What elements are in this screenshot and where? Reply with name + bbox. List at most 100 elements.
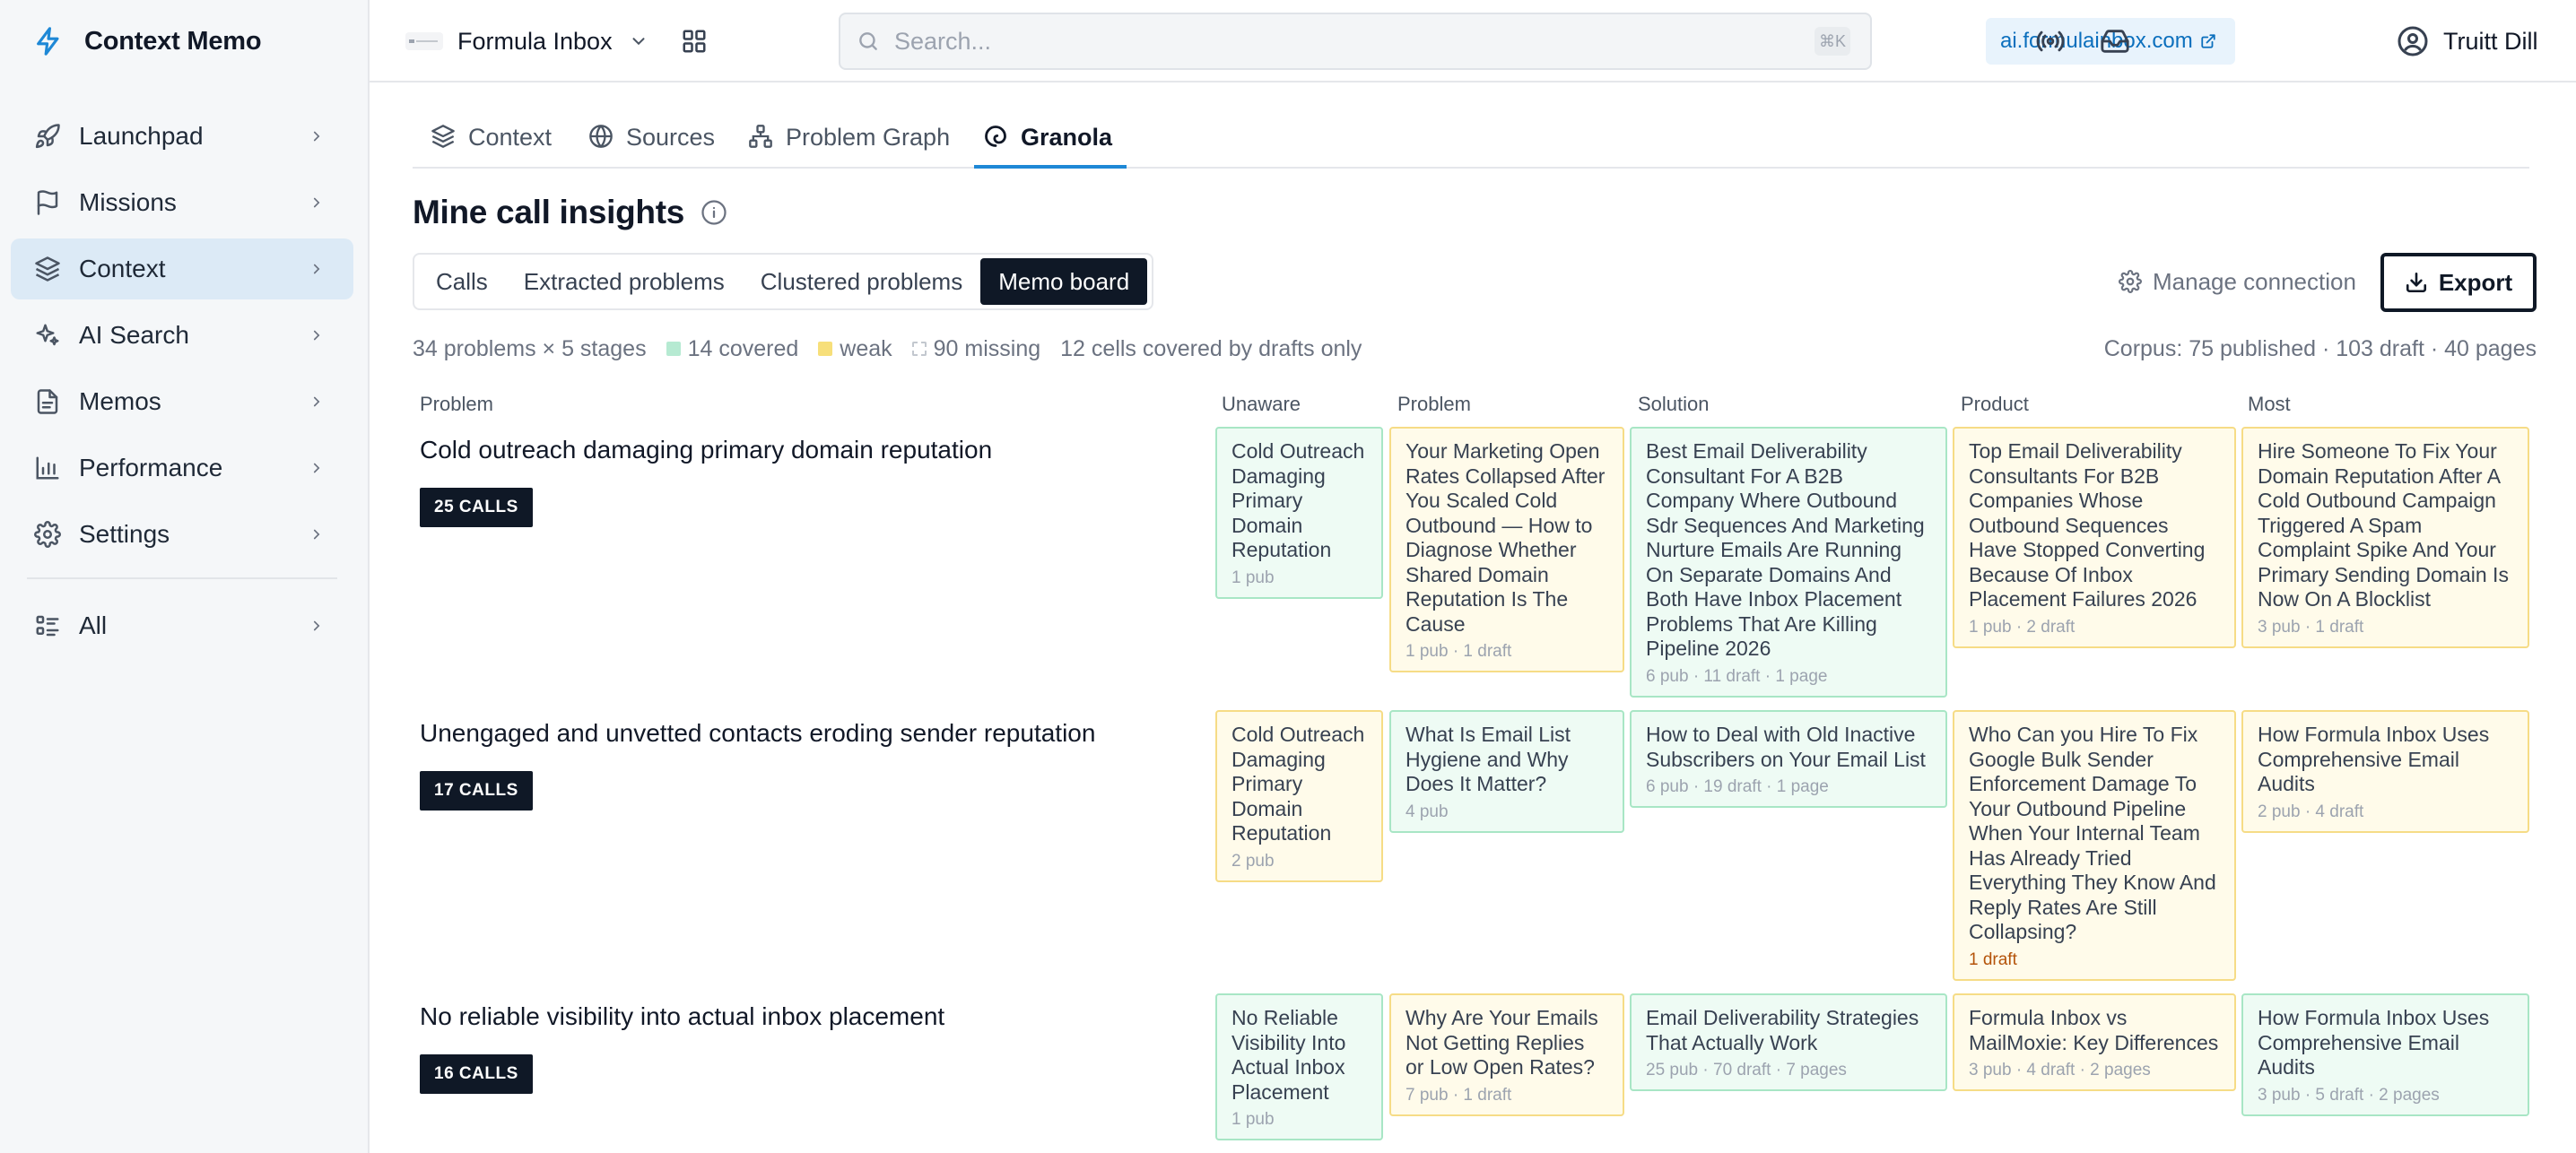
chevron-right-icon — [307, 524, 326, 544]
chevron-right-icon — [307, 392, 326, 412]
sparkle-icon — [32, 320, 63, 351]
sidebar-item-all[interactable]: All — [11, 595, 353, 656]
sidebar-item-ai-search[interactable]: AI Search — [11, 305, 353, 366]
sidebar-item-label: Launchpad — [79, 122, 204, 150]
view-segmented-control: Calls Extracted problems Clustered probl… — [413, 253, 1153, 310]
tab-granola[interactable]: Granola — [974, 111, 1127, 169]
problem-title[interactable]: No reliable visibility into actual inbox… — [420, 1002, 944, 1031]
search-shortcut: ⌘K — [1815, 27, 1850, 56]
memo-cell[interactable]: How Formula Inbox Uses Comprehensive Ema… — [2241, 993, 2529, 1116]
memo-cell-title: Why Are Your Emails Not Getting Replies … — [1405, 1006, 1598, 1079]
sidebar-item-label: Memos — [79, 387, 161, 415]
memo-cell[interactable]: Best Email Deliverability Consultant For… — [1630, 427, 1947, 698]
memo-cell[interactable]: No Reliable Visibility Into Actual Inbox… — [1215, 993, 1383, 1140]
brand[interactable]: Context Memo — [30, 23, 262, 59]
download-icon — [2405, 271, 2428, 294]
problem-title[interactable]: Unengaged and unvetted contacts eroding … — [420, 719, 1095, 748]
stat-weak: weak — [818, 336, 892, 362]
memo-cell-title: Your Marketing Open Rates Collapsed Afte… — [1405, 439, 1606, 636]
memo-cell[interactable]: Cold Outreach Damaging Primary Domain Re… — [1215, 427, 1383, 599]
board-stats: 34 problems × 5 stages 14 covered weak 9… — [413, 334, 1381, 364]
memo-cell[interactable]: Who Can you Hire To Fix Google Bulk Send… — [1953, 710, 2236, 981]
memo-cell[interactable]: Top Email Deliverability Consultants For… — [1953, 427, 2236, 648]
column-header-unaware: Unaware — [1222, 393, 1301, 415]
tab-sources[interactable]: Sources — [588, 111, 715, 169]
memo-cell[interactable]: Email Deliverability Strategies That Act… — [1630, 993, 1947, 1091]
sidebar-item-context[interactable]: Context — [11, 238, 353, 299]
memo-cell-title: No Reliable Visibility Into Actual Inbox… — [1231, 1006, 1346, 1104]
segment-extracted-problems[interactable]: Extracted problems — [506, 258, 743, 305]
context-tabs: Context Sources Problem Graph Granola — [413, 111, 2529, 169]
sidebar-item-label: Settings — [79, 520, 170, 548]
tab-context[interactable]: Context — [431, 111, 552, 169]
memo-cell-meta: 3 pub · 4 draft · 2 pages — [1969, 1061, 2151, 1079]
calls-badge: 16 CALLS — [420, 1054, 533, 1094]
workspace-switcher[interactable]: Formula Inbox — [405, 22, 648, 61]
stat-dimensions: 34 problems × 5 stages — [413, 335, 647, 361]
rocket-icon — [32, 121, 63, 152]
sidebar-item-label: Context — [79, 255, 166, 282]
layers-icon — [431, 124, 456, 149]
chevron-right-icon — [307, 458, 326, 478]
manage-connection-button[interactable]: Manage connection — [2119, 265, 2356, 298]
topbar: Formula Inbox ⌘K ai.formulainbox.com Tru… — [370, 0, 2576, 82]
segment-memo-board[interactable]: Memo board — [980, 258, 1148, 305]
export-button[interactable]: Export — [2380, 253, 2537, 312]
graph-icon — [748, 124, 773, 149]
tab-problem-graph[interactable]: Problem Graph — [748, 111, 950, 169]
memo-cell[interactable]: Hire Someone To Fix Your Domain Reputati… — [2241, 427, 2529, 648]
memo-cell[interactable]: How to Deal with Old Inactive Subscriber… — [1630, 710, 1947, 808]
memo-cell[interactable]: Formula Inbox vs MailMoxie: Key Differen… — [1953, 993, 2236, 1091]
external-link-icon — [2200, 33, 2216, 49]
info-icon[interactable] — [701, 199, 727, 226]
sidebar-item-performance[interactable]: Performance — [11, 438, 353, 498]
memo-cell-meta: 1 pub — [1231, 1110, 1275, 1129]
sidebar-item-missions[interactable]: Missions — [11, 172, 353, 233]
calls-badge: 17 CALLS — [420, 771, 533, 811]
segment-clustered-problems[interactable]: Clustered problems — [743, 258, 980, 305]
layers-icon — [32, 254, 63, 284]
manage-connection-label: Manage connection — [2153, 267, 2356, 295]
chevron-right-icon — [307, 126, 326, 146]
memo-cell[interactable]: How Formula Inbox Uses Comprehensive Ema… — [2241, 710, 2529, 833]
flag-icon — [32, 187, 63, 218]
broadcast-icon[interactable] — [2032, 23, 2068, 59]
gear-icon — [2119, 270, 2142, 293]
memo-cell[interactable]: Cold Outreach Damaging Primary Domain Re… — [1215, 710, 1383, 882]
lightning-icon — [30, 23, 66, 59]
memo-cell-title: Hire Someone To Fix Your Domain Reputati… — [2258, 439, 2509, 611]
workspace-name: Formula Inbox — [457, 27, 613, 55]
user-menu[interactable]: Truitt Dill — [2397, 22, 2538, 61]
missing-swatch — [911, 342, 927, 356]
corpus-summary: Corpus: 75 published · 103 draft · 40 pa… — [2103, 335, 2537, 361]
sidebar-item-settings[interactable]: Settings — [11, 504, 353, 565]
memo-cell-meta: 2 pub · 4 draft — [2258, 802, 2364, 821]
sidebar-divider — [27, 577, 337, 579]
memo-cell-title: Formula Inbox vs MailMoxie: Key Differen… — [1969, 1006, 2219, 1054]
inbox-icon[interactable] — [2097, 23, 2133, 59]
apps-grid-icon[interactable] — [678, 25, 710, 57]
memo-cell-title: Email Deliverability Strategies That Act… — [1646, 1006, 1919, 1054]
memo-cell-title: How Formula Inbox Uses Comprehensive Ema… — [2258, 723, 2490, 795]
user-name: Truitt Dill — [2443, 27, 2538, 55]
covered-swatch — [666, 342, 681, 356]
memo-cell-meta: 7 pub · 1 draft — [1405, 1085, 1512, 1105]
memo-cell[interactable]: Your Marketing Open Rates Collapsed Afte… — [1389, 427, 1624, 672]
memo-cell[interactable]: What Is Email List Hygiene and Why Does … — [1389, 710, 1624, 833]
search-icon — [857, 30, 880, 53]
chevron-right-icon — [307, 193, 326, 212]
memo-cell-title: Top Email Deliverability Consultants For… — [1969, 439, 2206, 611]
problem-title[interactable]: Cold outreach damaging primary domain re… — [420, 436, 992, 464]
memo-cell-meta: 3 pub · 1 draft — [2258, 617, 2364, 637]
search-input[interactable] — [894, 27, 1815, 56]
column-header-product: Product — [1961, 393, 2029, 415]
chevron-right-icon — [307, 616, 326, 636]
memo-cell[interactable]: Why Are Your Emails Not Getting Replies … — [1389, 993, 1624, 1116]
memo-cell-meta: 6 pub · 19 draft · 1 page — [1646, 777, 1829, 796]
sidebar-item-launchpad[interactable]: Launchpad — [11, 106, 353, 167]
segment-calls[interactable]: Calls — [418, 258, 506, 305]
stat-covered: 14 covered — [666, 336, 798, 362]
calls-badge: 25 CALLS — [420, 488, 533, 527]
search-box[interactable]: ⌘K — [839, 13, 1872, 70]
sidebar-item-memos[interactable]: Memos — [11, 371, 353, 432]
